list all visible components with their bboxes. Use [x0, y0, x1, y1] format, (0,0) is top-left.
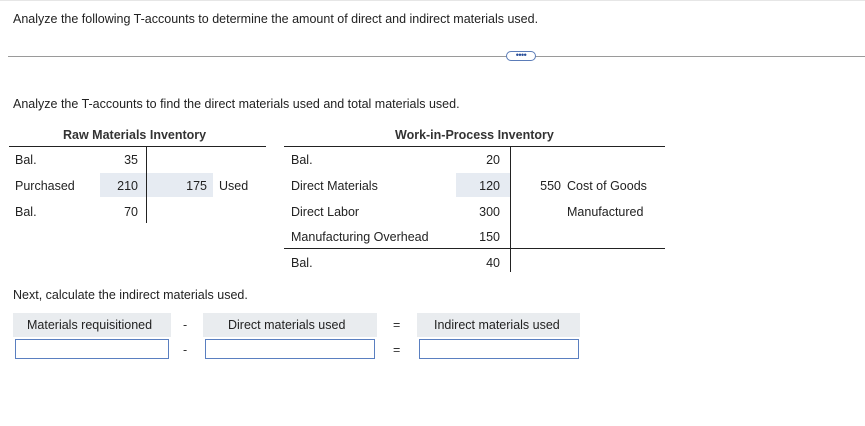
top-border: [0, 0, 865, 1]
wip-center-line: [510, 146, 511, 272]
raw-materials-top-line: [9, 146, 266, 147]
question-prompt: Analyze the following T-accounts to dete…: [13, 12, 539, 26]
equals-operator: =: [393, 343, 401, 357]
wip-credit-label: Manufactured: [567, 205, 644, 219]
instruction-text: Analyze the T-accounts to find the direc…: [13, 97, 460, 111]
raw-debit-label: Bal.: [15, 205, 37, 219]
section-divider: [8, 56, 865, 57]
equals-operator: =: [393, 318, 401, 332]
wip-debit-value-highlighted: 120: [456, 173, 510, 197]
raw-debit-label: Purchased: [15, 179, 75, 193]
wip-debit-label: Direct Materials: [291, 179, 378, 193]
wip-debit-value: 300: [479, 205, 500, 219]
direct-materials-used-input[interactable]: [205, 339, 375, 359]
wip-debit-value: 20: [486, 153, 500, 167]
indirect-materials-used-input[interactable]: [419, 339, 579, 359]
wip-total-line: [284, 248, 665, 249]
wip-credit-value: 550: [540, 179, 561, 193]
wip-credit-label: Cost of Goods: [567, 179, 647, 193]
expand-more-button[interactable]: ••••: [506, 51, 536, 61]
wip-debit-value: 40: [486, 256, 500, 270]
raw-materials-title: Raw Materials Inventory: [63, 128, 207, 142]
materials-requisitioned-input[interactable]: [15, 339, 169, 359]
raw-credit-value-highlighted: 175: [147, 173, 213, 197]
raw-debit-value-highlighted: 210: [100, 173, 146, 197]
wip-debit-label: Manufacturing Overhead: [291, 230, 429, 244]
raw-debit-label: Bal.: [15, 153, 37, 167]
wip-debit-value: 150: [479, 230, 500, 244]
minus-operator: -: [183, 343, 188, 357]
wip-debit-label: Direct Labor: [291, 205, 360, 219]
materials-requisitioned-header: Materials requisitioned: [13, 313, 171, 337]
next-instruction: Next, calculate the indirect materials u…: [13, 288, 248, 302]
minus-operator: -: [183, 318, 188, 332]
wip-debit-label: Bal.: [291, 153, 313, 167]
raw-credit-label: Used: [219, 179, 249, 193]
wip-debit-label: Bal.: [291, 256, 313, 270]
raw-debit-value: 35: [124, 153, 138, 167]
raw-debit-value: 70: [124, 205, 138, 219]
wip-top-line: [284, 146, 665, 147]
direct-materials-used-header: Direct materials used: [203, 313, 377, 337]
indirect-materials-used-header: Indirect materials used: [417, 313, 580, 337]
wip-title: Work-in-Process Inventory: [395, 128, 554, 142]
